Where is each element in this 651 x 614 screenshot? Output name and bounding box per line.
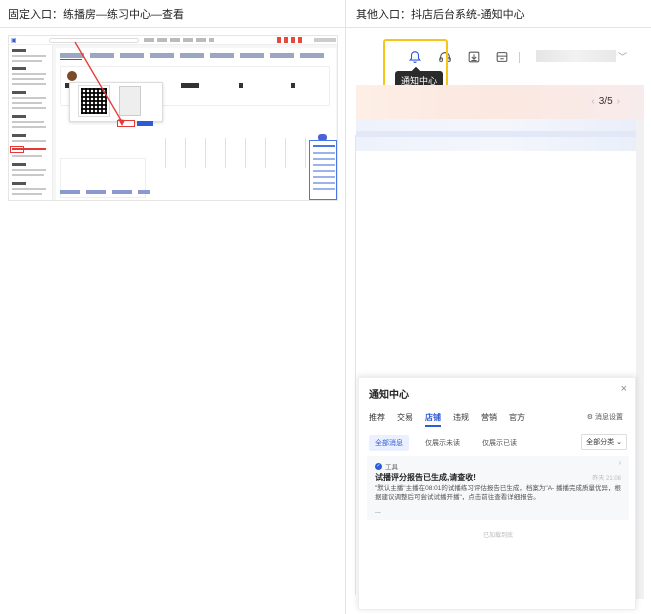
pager-count: 3/5: [598, 96, 613, 107]
column-divider: [345, 0, 346, 614]
close-icon[interactable]: ×: [621, 383, 627, 395]
message-source: ✓ 工具: [375, 461, 398, 471]
chevron-down-icon: ⌄: [616, 439, 622, 446]
message-more: ...: [375, 508, 381, 515]
notification-center-panel: 通知中心 × 推荐 交易 店铺 违规 营销 官方 ⚙ 消息设置 全部消息 仅展示…: [358, 377, 636, 610]
store-icon[interactable]: [495, 50, 509, 64]
message-card[interactable]: ✓ 工具 › 试播评分报告已生成,请查收! 昨天 21:08 "默认主播"主播在…: [367, 456, 629, 520]
blurred-panel: [356, 119, 644, 151]
notification-tabs: 推荐 交易 店铺 违规 营销 官方: [369, 412, 525, 427]
page-root: 固定入口：练播房—练习中心—查看 其他入口：抖店后台系统-通知中心 ▣ ﹀ 通知…: [0, 0, 651, 614]
scroll-edge: [636, 119, 644, 599]
banner-pager[interactable]: ‹ 3/5 ›: [587, 96, 624, 107]
chevron-right-icon[interactable]: ›: [617, 96, 620, 107]
message-source-label: 工具: [385, 464, 398, 471]
category-select[interactable]: 全部分类 ⌄: [581, 434, 627, 450]
account-switcher[interactable]: [536, 50, 616, 62]
toolbar-separator: [519, 52, 520, 63]
filter-chips: 全部消息 仅展示未读 仅展示已读: [369, 435, 523, 451]
caption-right: 其他入口：抖店后台系统-通知中心: [356, 9, 525, 21]
filter-read[interactable]: 仅展示已读: [476, 435, 523, 451]
end-of-list: 已加载到底: [482, 533, 513, 539]
chevron-left-icon[interactable]: ‹: [591, 96, 594, 107]
tab-violation[interactable]: 违规: [453, 412, 469, 427]
panel-edge: [355, 135, 356, 595]
gear-icon: ⚙: [586, 414, 594, 421]
download-icon[interactable]: [467, 50, 481, 64]
message-time: 昨天 21:08: [592, 476, 621, 482]
chevron-down-icon[interactable]: ﹀: [618, 50, 627, 63]
tab-official[interactable]: 官方: [509, 412, 525, 427]
tab-store[interactable]: 店铺: [425, 412, 441, 427]
tool-icon: ✓: [375, 462, 382, 470]
message-title: 试播评分报告已生成,请查收!: [375, 473, 476, 482]
filter-all[interactable]: 全部消息: [369, 435, 409, 451]
filter-unread[interactable]: 仅展示未读: [419, 435, 466, 451]
header-divider: [0, 27, 651, 28]
tab-trade[interactable]: 交易: [397, 412, 413, 427]
tab-recommend[interactable]: 推荐: [369, 412, 385, 427]
chevron-right-icon[interactable]: ›: [619, 460, 621, 467]
tab-marketing[interactable]: 营销: [481, 412, 497, 427]
annotation-arrow: [74, 41, 125, 126]
category-select-value: 全部分类: [586, 439, 615, 446]
message-settings-button[interactable]: ⚙ 消息设置: [587, 412, 623, 422]
dashboard-screenshot: ▣: [8, 35, 338, 201]
caption-left: 固定入口：练播房—练习中心—查看: [8, 9, 184, 21]
message-body: "默认主播"主播在08:01的试播练习评估报告已生成，档案为"A- 播播完成质量…: [375, 485, 621, 501]
message-settings-label: 消息设置: [595, 414, 623, 421]
notification-center-title: 通知中心: [369, 390, 409, 401]
promo-banner[interactable]: ‹ 3/5 ›: [356, 85, 644, 119]
